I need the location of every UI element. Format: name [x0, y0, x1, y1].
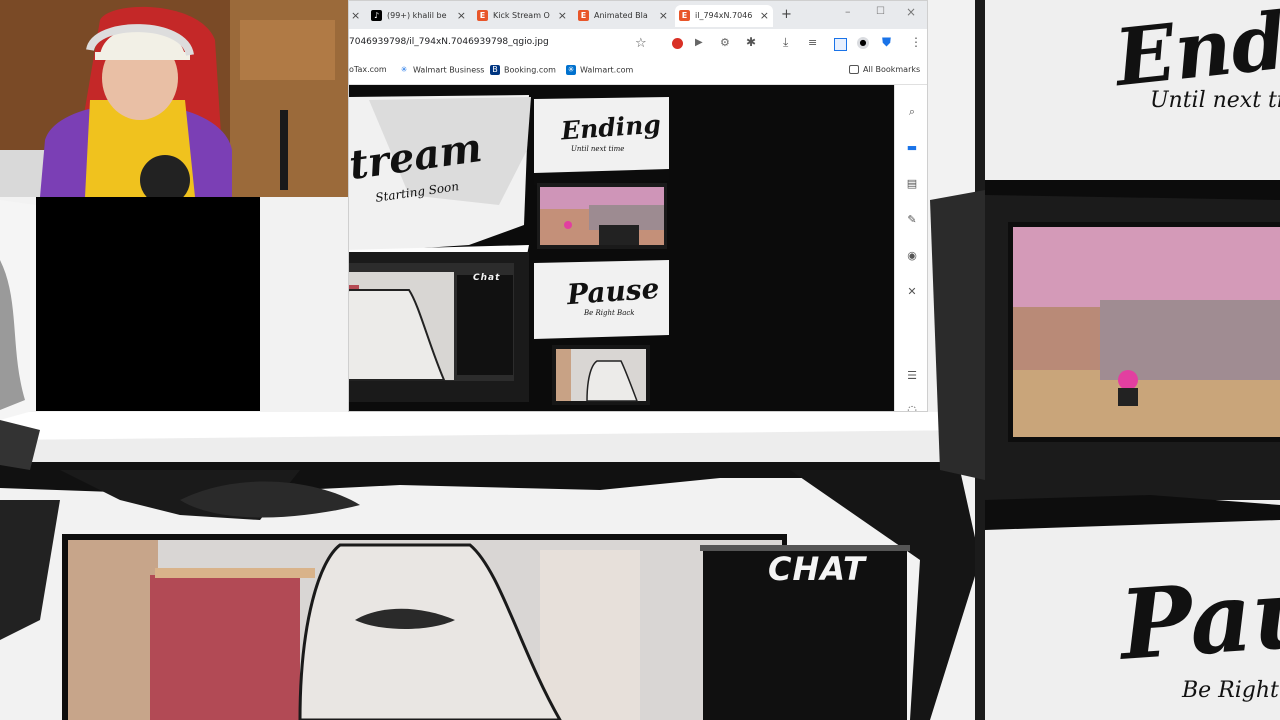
tab-bar: × ♪ (99+) khalil be × E Kick Stream O × EA… [349, 1, 927, 29]
close-tab-icon[interactable]: × [351, 9, 360, 22]
close-icon[interactable]: × [457, 5, 466, 27]
gear-extension-icon[interactable]: ⚙ [720, 36, 730, 49]
tiktok-icon: ♪ [371, 10, 382, 21]
bg-chat-label: CHAT [768, 550, 866, 588]
dark-panel [36, 197, 260, 411]
bg-pause-title: Paus [1116, 551, 1280, 682]
all-bookmarks-button[interactable]: All Bookmarks [849, 65, 920, 74]
extension-red-icon[interactable] [672, 38, 683, 49]
address-bar: 7046939798/il_794xN.7046939798_qgio.jpg … [349, 29, 927, 60]
star-icon[interactable]: ☆ [635, 36, 647, 51]
etsy-icon: E [679, 10, 690, 21]
edit-icon[interactable]: ✎ [905, 213, 919, 227]
close-window-button[interactable]: × [906, 5, 916, 19]
webcam-scene [0, 0, 348, 197]
tab-image-active[interactable]: Eil_794xN.7046 × [675, 5, 773, 27]
bg-ending-subtitle: Until next tim [1150, 88, 1280, 113]
chat-icon[interactable]: ▬ [905, 141, 919, 155]
preview-pause-title: Pause [565, 271, 661, 312]
booking-icon: B [490, 65, 500, 75]
walmart-icon: ✳ [566, 65, 576, 75]
webcam-feed [0, 0, 348, 197]
tools-icon[interactable]: ✕ [905, 285, 919, 299]
media-control-icon[interactable]: ≡ [808, 36, 817, 49]
bg-pause-subtitle: Be Right [1182, 678, 1279, 703]
bookmarks-bar: oTax.com ✳ Walmart Business B Booking.com … [349, 60, 927, 85]
tab-animated[interactable]: E Animated Bla × [578, 5, 668, 27]
side-panel: ⌕ ▬ ▤ ✎ ◉ ✕ ☰ ◌ [894, 85, 927, 411]
bookmark-walmart[interactable]: ✳ Walmart.com [566, 65, 633, 75]
search-icon[interactable]: ⌕ [905, 105, 919, 119]
preview-chat-label: Chat [473, 273, 501, 283]
minimize-button[interactable]: – [845, 5, 851, 18]
close-icon[interactable]: × [659, 5, 668, 27]
tab-kick-stream[interactable]: E Kick Stream O × [477, 5, 567, 27]
sidepanel-toggle-icon[interactable] [834, 38, 847, 51]
bookmark-walmart-business[interactable]: ✳ Walmart Business [399, 65, 485, 75]
bookmark-otax[interactable]: oTax.com [349, 65, 387, 74]
etsy-icon: E [477, 10, 488, 21]
new-tab-button[interactable]: + [781, 7, 792, 22]
browser-window: × ♪ (99+) khalil be × E Kick Stream O × EA… [348, 0, 928, 412]
preview-ending-subtitle: Until next time [571, 145, 625, 153]
bookmark-booking[interactable]: B Booking.com [490, 65, 556, 75]
tab-label: Animated Bla [594, 11, 648, 20]
walmart-icon: ✳ [400, 65, 408, 74]
image-viewport: tream Starting Soon Ending Until next ti… [349, 85, 894, 411]
tab-label: (99+) khalil be [387, 11, 447, 20]
shield-icon[interactable]: ⛊ [882, 35, 891, 50]
folder-icon [849, 65, 859, 74]
tab-label: Kick Stream O [493, 11, 550, 20]
tab-tiktok[interactable]: ♪ (99+) khalil be × [371, 5, 466, 27]
close-icon[interactable]: × [760, 5, 769, 27]
reading-list-icon[interactable]: ▤ [905, 177, 919, 191]
url-input[interactable]: 7046939798/il_794xN.7046939798_qgio.jpg [349, 37, 549, 47]
download-icon[interactable]: ⤓ [783, 35, 788, 50]
profile-icon[interactable]: ● [857, 37, 869, 49]
etsy-icon: E [578, 10, 589, 21]
maximize-button[interactable]: ☐ [876, 6, 885, 17]
more-icon[interactable]: ◌ [905, 403, 919, 411]
menu-icon[interactable]: ⋮ [910, 35, 922, 49]
video-extension-icon[interactable]: ▶ [695, 37, 703, 48]
tab-label: il_794xN.7046 [695, 11, 753, 20]
preview-pause-subtitle: Be Right Back [584, 309, 635, 317]
puzzle-icon[interactable]: ✱ [746, 35, 756, 49]
game-icon[interactable]: ◉ [905, 249, 919, 263]
close-icon[interactable]: × [558, 5, 567, 27]
settings-icon[interactable]: ☰ [905, 369, 919, 383]
